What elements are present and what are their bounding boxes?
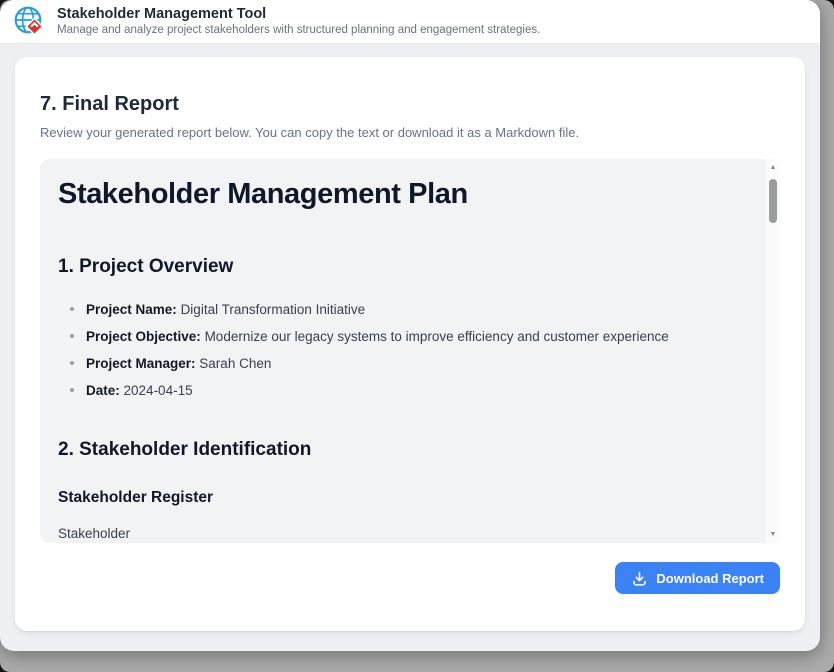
scrollbar[interactable]: ▲ ▼	[766, 159, 780, 543]
app-logo-icon	[12, 4, 48, 40]
final-report-card: 7. Final Report Review your generated re…	[15, 57, 805, 631]
section-subtitle: Review your generated report below. You …	[40, 125, 780, 140]
bullet-value: Digital Transformation Initiative	[181, 302, 366, 317]
app-header: Stakeholder Management Tool Manage and a…	[0, 0, 820, 44]
download-report-button[interactable]: Download Report	[615, 562, 780, 594]
scrollbar-thumb[interactable]	[769, 179, 777, 223]
app-title: Stakeholder Management Tool	[57, 5, 540, 23]
list-item: Project Manager: Sarah Chen	[86, 355, 730, 372]
app-subtitle: Manage and analyze project stakeholders …	[57, 24, 540, 38]
bullet-label: Date:	[86, 383, 120, 398]
list-item: Project Objective: Modernize our legacy …	[86, 328, 730, 345]
report-heading-overview: 1. Project Overview	[58, 256, 730, 278]
list-item: Date: 2024-04-15	[86, 382, 730, 399]
bullet-value: Modernize our legacy systems to improve …	[205, 329, 669, 344]
section-title: 7. Final Report	[40, 57, 780, 116]
bullet-value: 2024-04-15	[124, 383, 193, 398]
report-content: Stakeholder Management Plan 1. Project O…	[40, 159, 780, 542]
bullet-label: Project Objective:	[86, 329, 201, 344]
bullet-value: Sarah Chen	[199, 356, 271, 371]
report-preview-pane[interactable]: Stakeholder Management Plan 1. Project O…	[40, 159, 780, 543]
bullet-label: Project Name:	[86, 302, 177, 317]
bullet-label: Project Manager:	[86, 356, 196, 371]
app-window: Stakeholder Management Tool Manage and a…	[0, 0, 820, 651]
screen-backdrop: Stakeholder Management Tool Manage and a…	[0, 0, 834, 672]
report-heading-identification: 2. Stakeholder Identification	[58, 439, 730, 461]
report-title: Stakeholder Management Plan	[58, 159, 730, 211]
scrollbar-up-arrow[interactable]: ▲	[770, 164, 777, 171]
report-clipped-text: Stakeholder	[58, 525, 730, 542]
download-icon	[631, 570, 648, 587]
page-content: 7. Final Report Review your generated re…	[0, 44, 820, 644]
card-footer: Download Report	[40, 562, 780, 594]
list-item: Project Name: Digital Transformation Ini…	[86, 301, 730, 318]
overview-bullet-list: Project Name: Digital Transformation Ini…	[58, 301, 730, 399]
header-text: Stakeholder Management Tool Manage and a…	[57, 5, 540, 38]
report-subheading-register: Stakeholder Register	[58, 489, 730, 507]
scrollbar-down-arrow[interactable]: ▼	[770, 531, 777, 538]
download-button-label: Download Report	[656, 571, 764, 586]
